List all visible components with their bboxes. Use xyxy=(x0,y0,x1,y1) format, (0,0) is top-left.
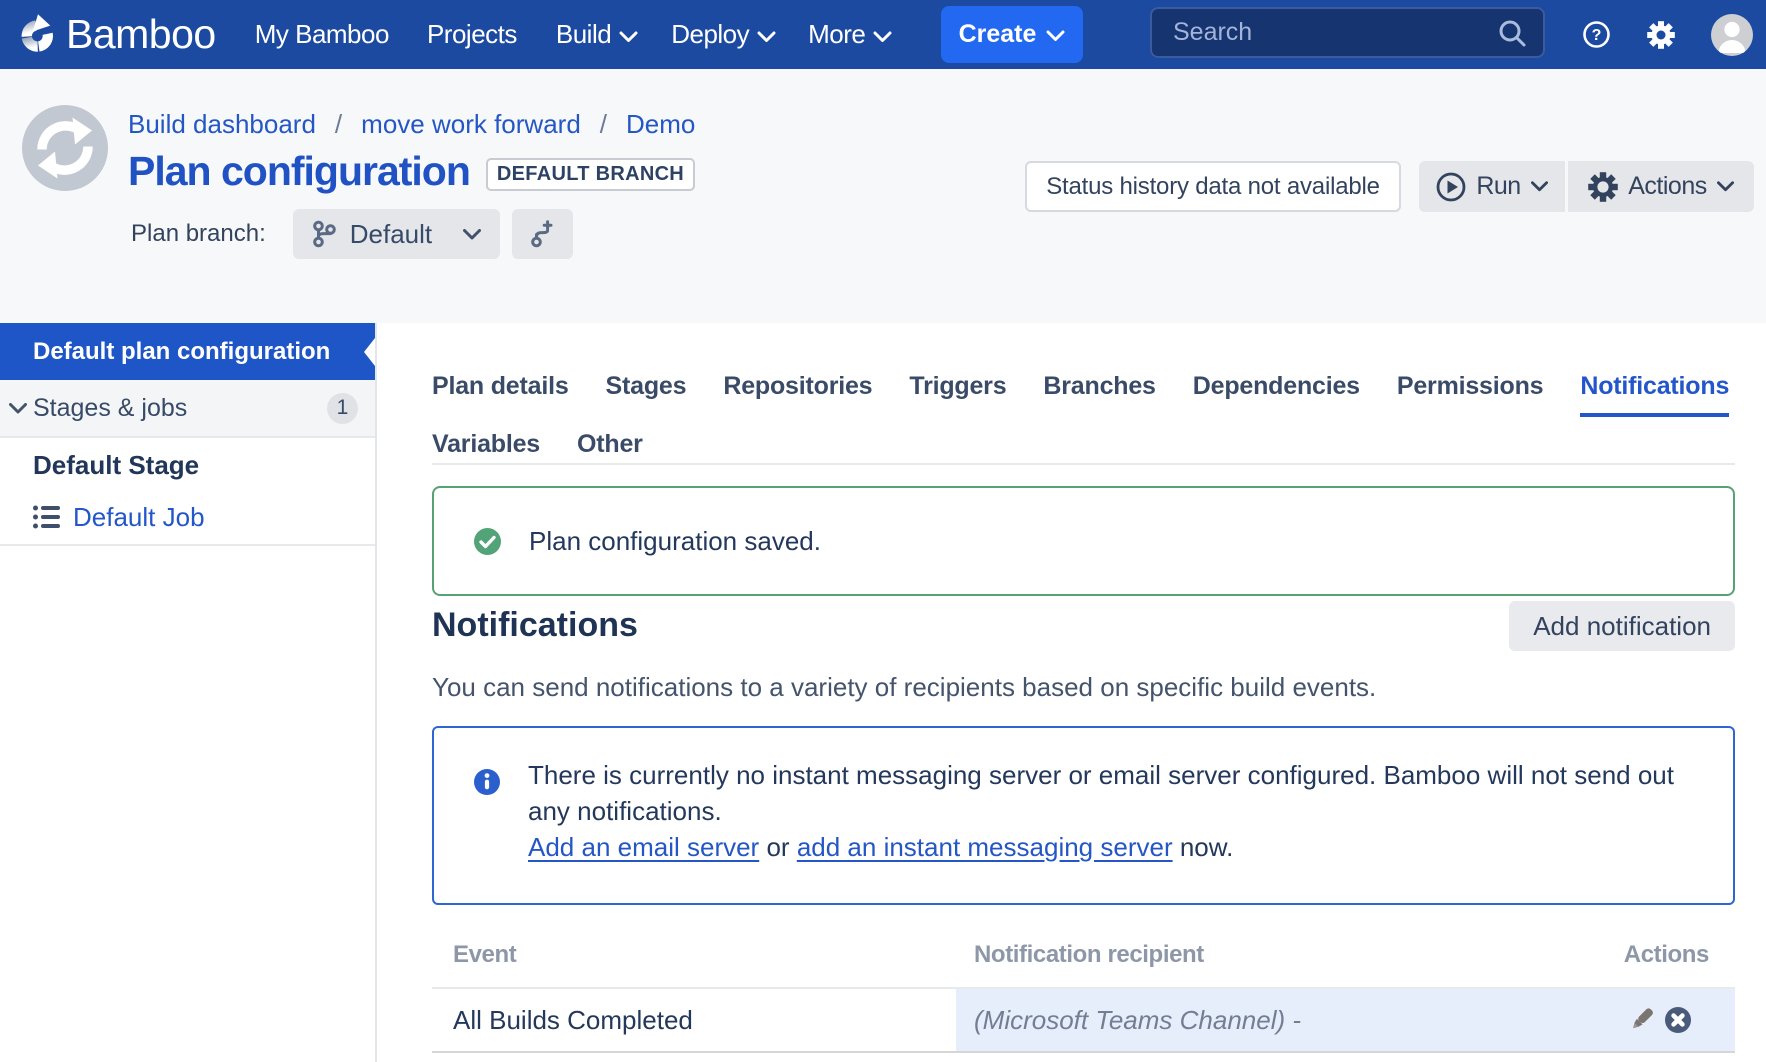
svg-text:?: ? xyxy=(1592,27,1602,44)
